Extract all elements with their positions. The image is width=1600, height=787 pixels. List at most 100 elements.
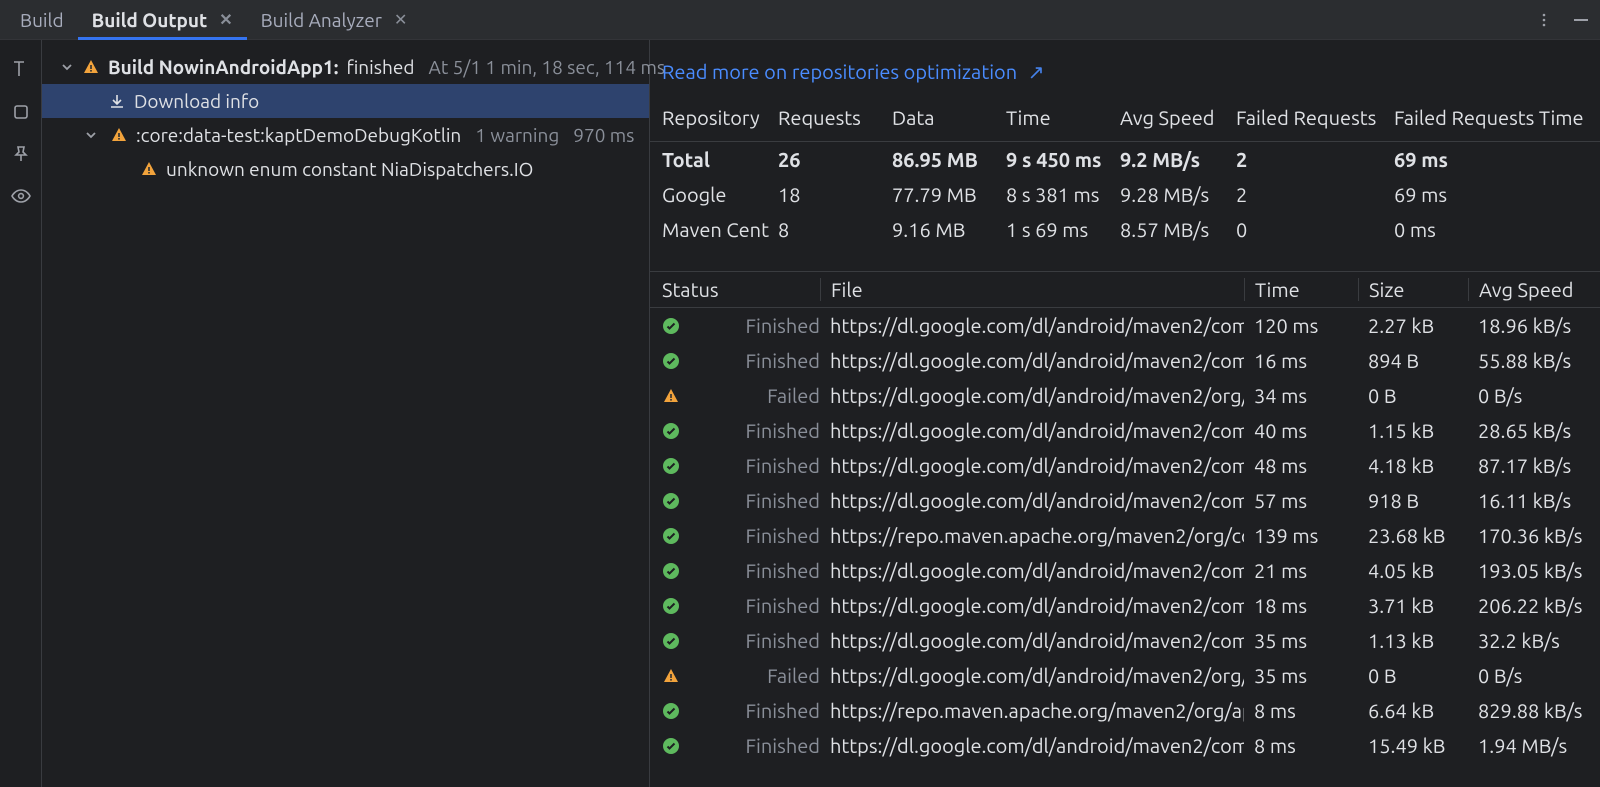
tree-task[interactable]: :core:data-test:kaptDemoDebugKotlin 1 wa… [42,118,649,152]
status-cell: Finished [662,419,820,442]
repo-row[interactable]: Total2686.95 MB9 s 450 ms9.2 MB/s269 ms [650,142,1600,177]
download-row[interactable]: Finishedhttps://dl.google.com/dl/android… [650,483,1600,518]
download-row[interactable]: Finishedhttps://dl.google.com/dl/android… [650,553,1600,588]
tab-build[interactable]: Build [6,0,78,39]
download-cell: https://dl.google.com/dl/android/maven2/… [820,489,1244,512]
tab-build-analyzer-label: Build Analyzer [261,9,382,31]
task-time: 970 ms [567,124,634,146]
repo-cell: 9 s 450 ms [1006,148,1120,171]
download-cell: https://dl.google.com/dl/android/maven2/… [820,419,1244,442]
col-avgspeed[interactable]: Avg Speed [1468,278,1588,301]
download-cell: https://dl.google.com/dl/android/maven2/… [820,454,1244,477]
col-avgspeed[interactable]: Avg Speed [1120,106,1236,129]
download-cell: 87.17 kB/s [1468,454,1588,477]
more-icon[interactable] [1526,6,1562,34]
repo-row[interactable]: Maven Cent89.16 MB1 s 69 ms8.57 MB/s00 m… [650,212,1600,247]
col-size[interactable]: Size [1358,278,1468,301]
col-failedreq[interactable]: Failed Requests [1236,106,1394,129]
check-icon [662,317,680,335]
download-cell: 32.2 kB/s [1468,629,1588,652]
download-row[interactable]: Failedhttps://dl.google.com/dl/android/m… [650,658,1600,693]
download-cell: 0 B [1358,384,1468,407]
download-cell: 21 ms [1244,559,1358,582]
status-cell: Finished [662,594,820,617]
download-cell: 40 ms [1244,419,1358,442]
check-icon [662,702,680,720]
col-failedtime[interactable]: Failed Requests Time [1394,106,1588,129]
stop-icon[interactable] [11,102,31,122]
col-requests[interactable]: Requests [778,106,892,129]
warning-text: unknown enum constant NiaDispatchers.IO [166,158,533,180]
status-cell: Finished [662,734,820,757]
warning-icon [82,58,100,76]
downloads-header: Status File Time Size Avg Speed [650,271,1600,308]
tree-download-info[interactable]: Download info [42,84,649,118]
download-cell: https://dl.google.com/dl/android/maven2/… [820,734,1244,757]
download-row[interactable]: Finishedhttps://repo.maven.apache.org/ma… [650,693,1600,728]
download-row[interactable]: Finishedhttps://dl.google.com/dl/android… [650,728,1600,763]
download-cell: 55.88 kB/s [1468,349,1588,372]
download-cell: https://dl.google.com/dl/android/maven2/… [820,594,1244,617]
status-cell: Finished [662,559,820,582]
repo-cell: 86.95 MB [892,148,1006,171]
build-state: finished [346,56,414,78]
download-cell: https://dl.google.com/dl/android/maven2/… [820,314,1244,337]
download-row[interactable]: Finishedhttps://repo.maven.apache.org/ma… [650,518,1600,553]
status-cell: Failed [662,664,820,687]
repo-cell: 26 [778,148,892,171]
col-repository[interactable]: Repository [662,106,778,129]
repo-cell: 9.16 MB [892,218,1006,241]
check-icon [662,422,680,440]
pin-icon[interactable] [11,144,31,164]
download-info-label: Download info [134,90,259,112]
repo-cell: 69 ms [1394,183,1588,206]
download-cell: https://repo.maven.apache.org/maven2/org… [820,699,1244,722]
tree-root[interactable]: Build NowinAndroidApp1: finished At 5/1 … [42,50,649,84]
download-cell: 23.68 kB [1358,524,1468,547]
download-cell: 35 ms [1244,664,1358,687]
close-icon[interactable]: ✕ [219,10,232,29]
chevron-down-icon[interactable] [84,128,102,142]
download-cell: 0 B/s [1468,664,1588,687]
download-row[interactable]: Finishedhttps://dl.google.com/dl/android… [650,343,1600,378]
repo-cell: Maven Cent [662,218,778,241]
status-label: Finished [690,314,820,337]
tab-build-analyzer[interactable]: Build Analyzer ✕ [247,0,422,39]
hammer-icon[interactable] [10,58,32,80]
chevron-down-icon[interactable] [60,60,74,74]
col-time[interactable]: Time [1006,106,1120,129]
eye-icon[interactable] [10,186,32,206]
repositories-link[interactable]: Read more on repositories optimization ↗ [650,40,1600,94]
tree-warning[interactable]: unknown enum constant NiaDispatchers.IO [42,152,649,186]
tab-bar: Build Build Output ✕ Build Analyzer ✕ [0,0,1600,40]
repo-cell: 69 ms [1394,148,1588,171]
download-cell: 35 ms [1244,629,1358,652]
download-row[interactable]: Failedhttps://dl.google.com/dl/android/m… [650,378,1600,413]
status-label: Finished [690,559,820,582]
tab-build-output[interactable]: Build Output ✕ [78,0,247,39]
repo-cell: 9.2 MB/s [1120,148,1236,171]
status-label: Finished [690,524,820,547]
warning-icon [662,387,680,405]
col-data[interactable]: Data [892,106,1006,129]
col-status[interactable]: Status [662,278,820,301]
download-row[interactable]: Finishedhttps://dl.google.com/dl/android… [650,623,1600,658]
download-row[interactable]: Finishedhttps://dl.google.com/dl/android… [650,308,1600,343]
repo-row[interactable]: Google1877.79 MB8 s 381 ms9.28 MB/s269 m… [650,177,1600,212]
repo-cell: Total [662,148,778,171]
download-row[interactable]: Finishedhttps://dl.google.com/dl/android… [650,448,1600,483]
repo-cell: 0 [1236,218,1394,241]
download-cell: 15.49 kB [1358,734,1468,757]
download-row[interactable]: Finishedhttps://dl.google.com/dl/android… [650,413,1600,448]
check-icon [662,457,680,475]
col-time[interactable]: Time [1244,278,1358,301]
status-cell: Failed [662,384,820,407]
minimize-icon[interactable] [1562,6,1600,34]
status-label: Finished [690,629,820,652]
download-cell: 16.11 kB/s [1468,489,1588,512]
download-cell: 34 ms [1244,384,1358,407]
close-icon[interactable]: ✕ [394,10,407,29]
task-note: 1 warning [469,124,559,146]
col-file[interactable]: File [820,278,1244,301]
download-row[interactable]: Finishedhttps://dl.google.com/dl/android… [650,588,1600,623]
